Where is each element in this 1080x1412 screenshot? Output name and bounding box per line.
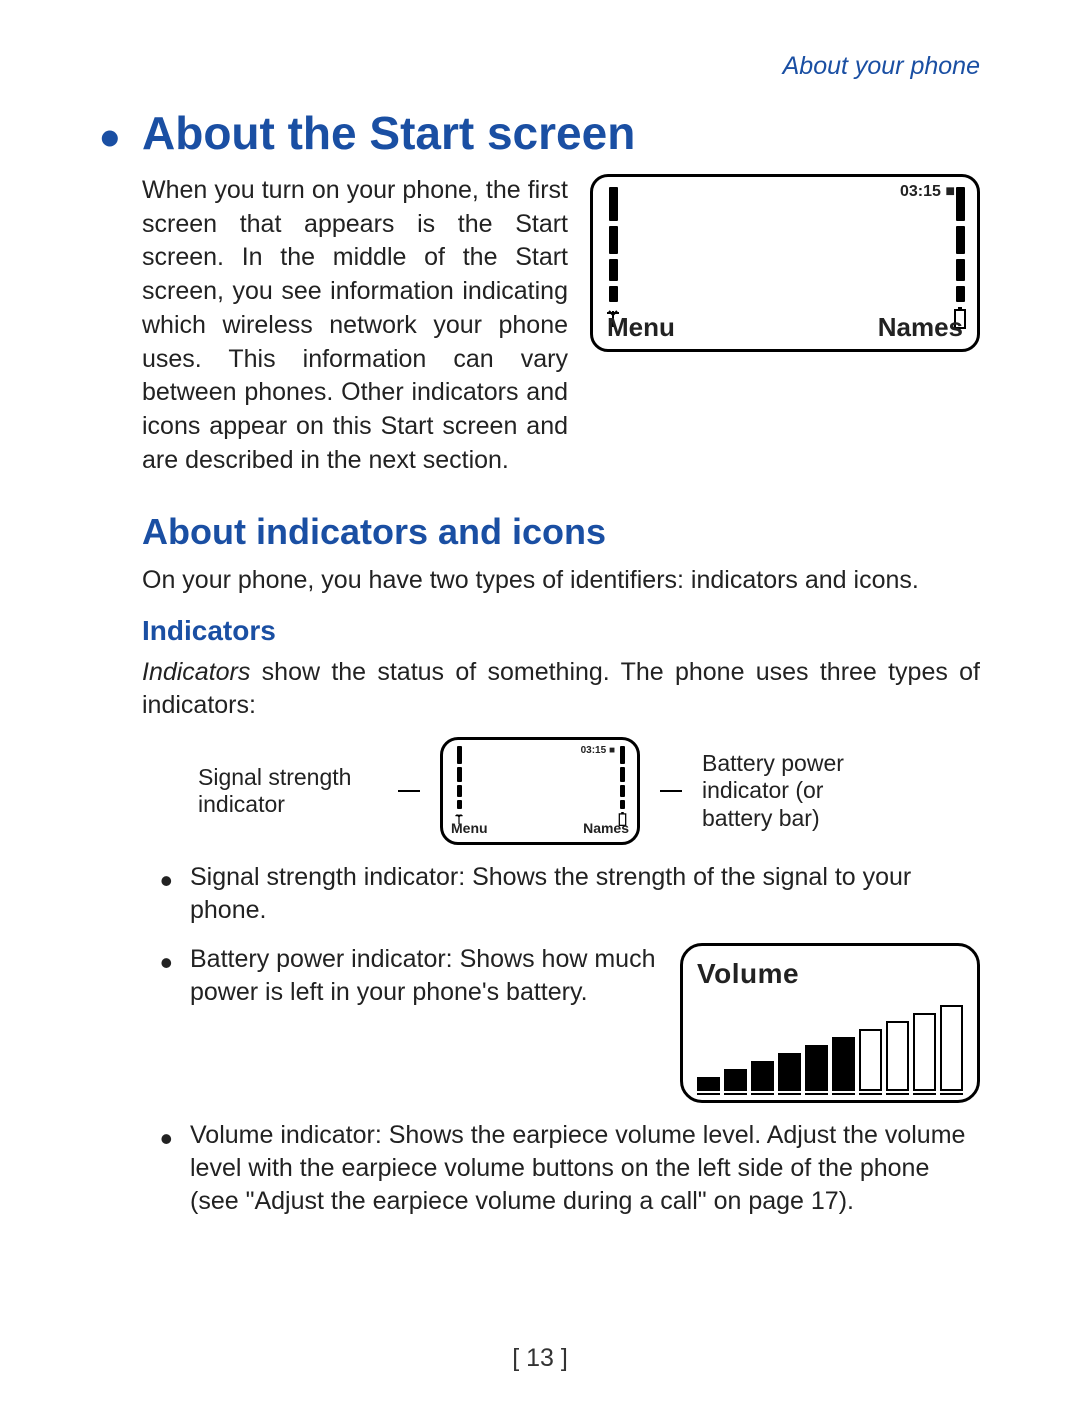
volume-title: Volume (697, 956, 963, 993)
phone-screen-large: 03:15 ■ Menu Names (590, 174, 980, 352)
battery-power-indicator (618, 746, 627, 828)
softkey-names: Names (878, 310, 963, 345)
phone-screen-small: 03:15 ■ Menu Names (440, 737, 640, 845)
subsection-paragraph: On your phone, you have two types of ide… (100, 564, 980, 598)
subsection-title: About indicators and icons (142, 508, 980, 557)
figure-label-battery: Battery power indicator (or battery bar) (702, 750, 882, 833)
bullet-signal: Signal strength indicator: Shows the str… (160, 861, 980, 927)
indicators-bullet-list: Signal strength indicator: Shows the str… (100, 861, 980, 1218)
figure-label-signal: Signal strength indicator (198, 764, 378, 819)
signal-strength-indicator (453, 746, 465, 826)
clock-indicator: 03:15 ■ (581, 744, 615, 758)
manual-page: About your phone About the Start screen … (0, 0, 1080, 1412)
softkey-menu: Menu (451, 819, 488, 838)
intro-block: When you turn on your phone, the first s… (100, 174, 980, 478)
page-number: [ 13 ] (0, 1342, 1080, 1376)
volume-figure: Volume (680, 943, 980, 1103)
clock-indicator: 03:15 ■ (900, 181, 955, 203)
section-title: About the Start screen (100, 102, 980, 164)
indicators-figure: Signal strength indicator (100, 737, 980, 845)
running-header: About your phone (100, 50, 980, 84)
intro-paragraph: When you turn on your phone, the first s… (142, 174, 568, 478)
bullet-battery: Battery power indicator: Shows how much … (160, 943, 980, 1103)
softkey-menu: Menu (607, 310, 675, 345)
callout-line-right (660, 790, 682, 792)
softkey-names: Names (583, 819, 629, 838)
volume-bars (697, 993, 963, 1100)
start-screen-figure: 03:15 ■ Menu Names (590, 174, 980, 352)
indicators-title: Indicators (142, 612, 980, 650)
indicators-intro: Indicators show the status of something.… (100, 656, 980, 724)
bullet-volume: Volume indicator: Shows the earpiece vol… (160, 1119, 980, 1218)
callout-line-left (398, 790, 420, 792)
